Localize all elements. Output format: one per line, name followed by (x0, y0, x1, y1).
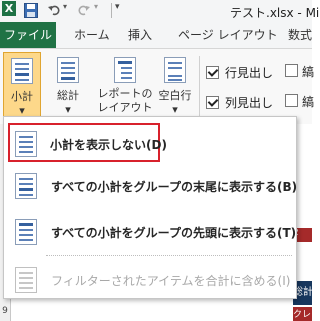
report-layout-button[interactable]: レポートの レイアウト ▾ (96, 52, 154, 128)
tab-home[interactable]: ホーム (74, 22, 110, 48)
undo-button[interactable] (48, 4, 60, 16)
customize-qat-icon[interactable]: ▾ (115, 2, 120, 18)
row-headers-checkbox[interactable] (206, 66, 219, 79)
report-layout-icon (114, 57, 136, 83)
pivot-cell[interactable]: クレヨ (293, 307, 312, 321)
menu-item-show-subtotals-top[interactable]: すべての小計をグループの先頭に表示する(T) (9, 212, 297, 252)
report-layout-label-1: レポートの (97, 87, 153, 100)
excel-icon[interactable]: X (2, 1, 16, 16)
banded-rows-checkbox[interactable] (285, 64, 298, 77)
save-button[interactable] (24, 3, 38, 18)
redo-button[interactable] (78, 4, 90, 16)
subtotal-label: 小計 (11, 90, 33, 103)
no-subtotal-icon (15, 131, 37, 157)
save-icon (24, 3, 38, 18)
subtotal-bottom-icon (15, 173, 37, 199)
banded-columns-label: 縞 (302, 95, 315, 109)
row-number[interactable]: 9 (0, 306, 10, 316)
menu-item-show-subtotals-bottom[interactable]: すべての小計をグループの末尾に表示する(B) (9, 166, 297, 206)
subtotal-dropdown-menu: 小計を表示しない(D) すべての小計をグループの末尾に表示する(B) すべての小… (3, 116, 297, 299)
tab-insert[interactable]: 挿入 (128, 22, 152, 48)
menu-item-label: フィルターされたアイテムを合計に含める(I) (51, 274, 291, 288)
row-headers-label: 行見出し (225, 66, 274, 80)
blank-rows-icon (164, 57, 186, 83)
menu-item-include-filtered-items: フィルターされたアイテムを合計に含める(I) (9, 260, 293, 300)
menu-separator (46, 255, 292, 256)
toolbar-divider (111, 3, 112, 18)
row-headers-option[interactable]: 行見出し (206, 64, 273, 82)
undo-dropdown-icon[interactable]: ▾ (63, 2, 67, 18)
grand-total-label: 総計 (57, 89, 79, 102)
grand-total-icon (57, 57, 79, 83)
menu-item-label: すべての小計をグループの末尾に表示する(B) (51, 180, 298, 194)
tab-file[interactable]: ファイル (0, 22, 56, 48)
column-headers-checkbox[interactable] (206, 96, 219, 109)
banded-columns-checkbox[interactable] (285, 94, 298, 107)
redo-icon (78, 5, 90, 16)
banded-rows-label: 縞 (302, 65, 315, 79)
subtotal-icon (11, 58, 33, 84)
blank-rows-dropdown-icon: ▾ (172, 103, 178, 116)
subtotal-top-icon (15, 219, 37, 245)
tab-formulas[interactable]: 数式 (288, 22, 312, 48)
redo-dropdown-icon[interactable]: ▾ (94, 2, 98, 18)
window-title: テスト.xlsx - Mi (230, 6, 320, 20)
column-headers-label: 列見出し (225, 96, 274, 110)
subtotal-button[interactable]: 小計 ▾ (3, 52, 41, 120)
menu-item-label: すべての小計をグループの先頭に表示する(T) (51, 226, 297, 240)
column-headers-option[interactable]: 列見出し (206, 94, 273, 112)
menu-item-label: 小計を表示しない(D) (50, 138, 167, 152)
undo-icon (48, 5, 60, 16)
menu-item-do-not-show-subtotals[interactable]: 小計を表示しない(D) (8, 123, 167, 162)
blank-rows-button[interactable]: 空白行 ▾ (154, 52, 196, 120)
tab-page-layout[interactable]: ページ レイアウト (178, 22, 278, 48)
grand-total-dropdown-icon: ▾ (65, 103, 71, 116)
ribbon-group-divider (199, 56, 200, 120)
grand-total-button[interactable]: 総計 ▾ (48, 52, 88, 120)
blank-rows-label: 空白行 (158, 89, 192, 102)
filtered-items-icon (15, 267, 37, 293)
